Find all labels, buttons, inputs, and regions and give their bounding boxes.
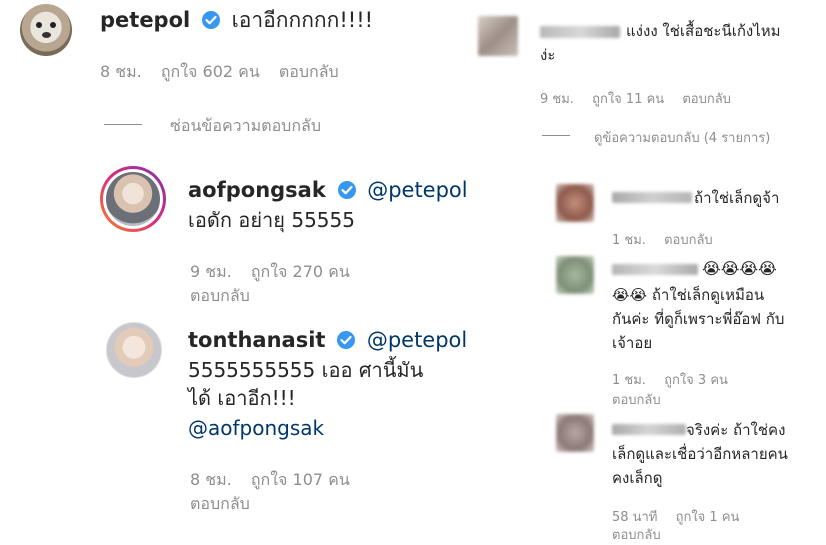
reply-text: เอดัก อย่ายุ 55555	[188, 208, 355, 232]
reply-time: 1 ชม.	[612, 233, 646, 248]
reply-time: 8 ชม.	[190, 470, 232, 489]
avatar-aofpongsak-story-ring[interactable]	[100, 166, 166, 232]
blurred-username	[540, 26, 620, 38]
reply-text-line1: 5555555555 เออ ศานี้มัน	[188, 358, 424, 382]
mention-link[interactable]: @petepol	[367, 328, 467, 352]
reply-button[interactable]: ตอบกลับ	[190, 492, 250, 517]
comment-time: 9 ชม.	[540, 92, 574, 107]
username-petepol[interactable]: petepol	[100, 8, 190, 32]
blurred-avatar	[478, 16, 518, 56]
blurred-username	[612, 192, 692, 203]
view-replies-button[interactable]: ดูข้อความตอบกลับ (4 รายการ)	[594, 127, 770, 148]
reply-meta-tonthanasit: 8 ชม. ถูกใจ 107 คน	[190, 468, 364, 493]
verified-badge-icon	[337, 180, 356, 199]
username-tonthanasit[interactable]: tonthanasit	[188, 328, 325, 352]
reply-button[interactable]: ตอบกลับ	[279, 62, 339, 81]
avatar-aofpongsak	[106, 172, 160, 226]
reply-meta: 1 ชม. ตอบกลับ	[612, 229, 727, 250]
reply-header-tonthanasit: tonthanasit @petepol	[188, 326, 467, 354]
comment-text-line1: แง่งง ใช่เสื้อชะนีเก้งไหม	[626, 22, 781, 40]
blurred-username	[612, 424, 686, 435]
reply-text: ถ้าใช่เล็กดูจ้า	[694, 189, 780, 207]
avatar-petepol[interactable]	[20, 4, 72, 56]
reply-button[interactable]: ตอบกลับ	[190, 284, 250, 309]
reply-button[interactable]: ตอบกลับ	[612, 389, 661, 410]
comment-time: 8 ชม.	[100, 62, 142, 81]
verified-badge-icon	[201, 10, 220, 29]
reply-button[interactable]: ตอบกลับ	[612, 524, 661, 545]
mention-link[interactable]: @petepol	[367, 178, 467, 202]
comment-text: เอาอีกกกกก!!!!	[231, 8, 374, 32]
avatar-tonthanasit[interactable]	[106, 322, 162, 378]
reply-text-line1: 😭😭 ถ้าใช่เล็กดูเหมือน	[612, 286, 765, 304]
comment-meta-right: 9 ชม. ถูกใจ 11 คน ตอบกลับ	[540, 88, 745, 109]
hide-replies-button[interactable]: ซ่อนข้อความตอบกลับ	[170, 114, 321, 139]
reply-meta-aofpongsak: 9 ชม. ถูกใจ 270 คน	[190, 260, 364, 285]
replies-divider	[104, 124, 142, 125]
likes-count[interactable]: ถูกใจ 11 คน	[592, 92, 664, 107]
likes-count[interactable]: ถูกใจ 107 คน	[251, 470, 350, 489]
likes-count[interactable]: ถูกใจ 270 คน	[251, 262, 350, 281]
blurred-avatar	[556, 256, 594, 294]
reply-text-line2: ได้ เอาอีก!!!	[188, 386, 296, 410]
reply-header-aofpongsak: aofpongsak @petepol	[188, 176, 468, 204]
comment-header-petepol: petepol เอาอีกกกกก!!!!	[100, 6, 373, 34]
reply-time: 9 ชม.	[190, 262, 232, 281]
username-aofpongsak[interactable]: aofpongsak	[188, 178, 326, 202]
verified-badge-icon	[337, 330, 356, 349]
blurred-avatar	[556, 414, 594, 452]
reply-time: 1 ชม.	[612, 373, 646, 388]
reply-button[interactable]: ตอบกลับ	[682, 92, 731, 107]
reply-emojis: 😭😭😭😭	[702, 259, 777, 278]
blurred-username	[612, 264, 698, 275]
reply-text-line2: เล็กดูและเชื่อว่าอีกหลายคน	[612, 445, 788, 463]
comment-meta-petepol: 8 ชม. ถูกใจ 602 คน ตอบกลับ	[100, 60, 353, 85]
reply-time: 58 นาที	[612, 510, 658, 525]
blurred-avatar	[556, 184, 594, 222]
likes-count[interactable]: ถูกใจ 602 คน	[161, 62, 260, 81]
likes-count[interactable]: ถูกใจ 3 คน	[664, 373, 728, 388]
replies-divider	[542, 135, 570, 136]
reply-text-line3: คงเล็กดู	[612, 469, 663, 487]
reply-meta: 1 ชม. ถูกใจ 3 คน	[612, 369, 742, 390]
comment-text-line2: ง่ะ	[540, 46, 556, 64]
reply-text-line2: กันค่ะ ที่ดูก็เพราะพี่อ๊อฟ กับ	[612, 310, 785, 328]
reply-text-line3: เจ้าอย	[612, 334, 653, 352]
reply-text-line1: จริงค่ะ ถ้าใช่คง	[686, 421, 786, 439]
mention-link[interactable]: @aofpongsak	[188, 414, 324, 442]
reply-button[interactable]: ตอบกลับ	[664, 233, 713, 248]
likes-count[interactable]: ถูกใจ 1 คน	[676, 510, 740, 525]
